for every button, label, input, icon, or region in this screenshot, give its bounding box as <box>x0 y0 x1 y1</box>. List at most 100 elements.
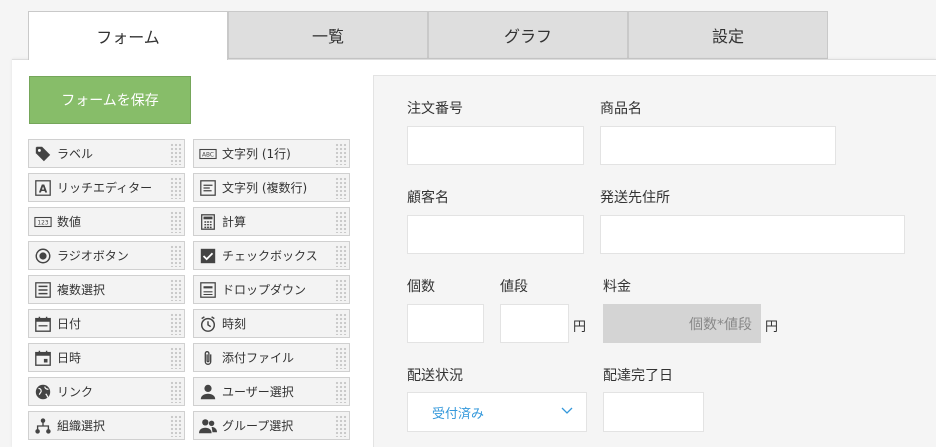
delivery-status-selected: 受付済み <box>432 406 485 422</box>
drag-handle[interactable] <box>335 210 347 233</box>
drag-handle[interactable] <box>335 346 347 369</box>
palette-item-group-select-text: グループ選択 <box>222 419 294 433</box>
palette-item-datetime[interactable]: 日時 <box>28 343 185 372</box>
palette-item-number-text: 数値 <box>57 215 82 229</box>
drag-handle[interactable] <box>170 346 182 369</box>
drag-handle[interactable] <box>170 142 182 165</box>
drag-handle[interactable] <box>335 414 347 437</box>
customer-name-field[interactable] <box>407 215 584 254</box>
palette-item-time[interactable]: 時刻 <box>193 309 350 338</box>
clock-icon <box>194 310 222 337</box>
multi-select-icon <box>29 276 57 303</box>
drag-handle[interactable] <box>335 380 347 403</box>
tag-icon <box>29 140 57 167</box>
drag-handle[interactable] <box>170 278 182 301</box>
order-number-field[interactable] <box>407 126 584 165</box>
palette-item-org-select[interactable]: 組織選択 <box>28 411 185 440</box>
product-name-field[interactable] <box>600 126 836 165</box>
palette-item-label-text: ラベル <box>57 147 94 161</box>
drag-handle[interactable] <box>335 176 347 199</box>
palette-item-dropdown[interactable]: ドロップダウン <box>193 275 350 304</box>
palette-item-multi-select[interactable]: 複数選択 <box>28 275 185 304</box>
dropdown-icon <box>194 276 222 303</box>
drag-handle[interactable] <box>335 312 347 335</box>
drag-handle[interactable] <box>170 380 182 403</box>
fee-calc-field: 個数*値段 <box>603 304 761 343</box>
datetime-icon <box>29 344 57 371</box>
ship-address-label: 発送先住所 <box>600 190 670 206</box>
drag-handle[interactable] <box>170 312 182 335</box>
palette-item-radio[interactable]: ラジオボタン <box>28 241 185 270</box>
user-icon <box>194 378 222 405</box>
palette-item-checkbox-text: チェックボックス <box>222 249 318 263</box>
abc-icon: ABC <box>194 140 222 167</box>
svg-text:A: A <box>39 182 48 195</box>
drag-handle[interactable] <box>170 414 182 437</box>
save-form-button[interactable]: フォームを保存 <box>29 76 191 124</box>
checkbox-icon <box>194 242 222 269</box>
customer-name-label: 顧客名 <box>407 190 449 206</box>
drag-handle[interactable] <box>170 210 182 233</box>
ship-address-field[interactable] <box>600 215 905 254</box>
palette-item-rich-editor[interactable]: A リッチエディター <box>28 173 185 202</box>
palette-item-link[interactable]: リンク <box>28 377 185 406</box>
quantity-field[interactable] <box>407 304 484 343</box>
paperclip-icon <box>194 344 222 371</box>
palette-item-attachment[interactable]: 添付ファイル <box>193 343 350 372</box>
palette-item-link-text: リンク <box>57 385 94 399</box>
globe-icon <box>29 378 57 405</box>
fee-label: 料金 <box>603 279 631 295</box>
drag-handle[interactable] <box>335 278 347 301</box>
palette-item-multi-select-text: 複数選択 <box>57 283 106 297</box>
delivery-status-dropdown[interactable]: 受付済み <box>407 392 587 432</box>
palette-item-datetime-text: 日時 <box>57 351 82 365</box>
svg-text:ABC: ABC <box>202 152 214 158</box>
tab-list[interactable]: 一覧 <box>228 11 428 59</box>
palette-item-calc[interactable]: 計算 <box>193 207 350 236</box>
palette-item-date[interactable]: 日付 <box>28 309 185 338</box>
tab-graph[interactable]: グラフ <box>428 11 628 59</box>
drag-handle[interactable] <box>335 244 347 267</box>
palette-item-multi-line-text[interactable]: 文字列 (複数行) <box>193 173 350 202</box>
product-name-label: 商品名 <box>600 101 642 117</box>
tab-bar: フォーム 一覧 グラフ 設定 <box>28 11 828 60</box>
form-editor-panel: フォームを保存 ラベル ABC 文字列 (1行) A リッチエディター 文字列 … <box>12 59 936 447</box>
drag-handle[interactable] <box>335 142 347 165</box>
palette-item-multi-line-text-text: 文字列 (複数行) <box>222 181 308 195</box>
form-layout-canvas: 注文番号 商品名 顧客名 発送先住所 個数 値段 円 料金 個数*値段 円 配送… <box>373 75 936 447</box>
palette-item-number[interactable]: 123 数値 <box>28 207 185 236</box>
drag-handle[interactable] <box>170 176 182 199</box>
delivery-status-label: 配送状況 <box>407 368 463 384</box>
palette-item-dropdown-text: ドロップダウン <box>222 283 307 297</box>
palette-item-time-text: 時刻 <box>222 317 247 331</box>
palette-item-attachment-text: 添付ファイル <box>222 351 295 365</box>
palette-item-org-select-text: 組織選択 <box>57 419 106 433</box>
palette-item-checkbox[interactable]: チェックボックス <box>193 241 350 270</box>
svg-text:123: 123 <box>37 220 48 226</box>
palette-item-date-text: 日付 <box>57 317 82 331</box>
fee-unit: 円 <box>765 320 779 335</box>
quantity-label: 個数 <box>407 279 435 295</box>
palette-item-single-line-text-text: 文字列 (1行) <box>222 147 291 161</box>
palette-item-group-select[interactable]: グループ選択 <box>193 411 350 440</box>
delivery-done-date-field[interactable] <box>603 392 704 432</box>
palette-item-radio-text: ラジオボタン <box>57 249 129 263</box>
drag-handle[interactable] <box>170 244 182 267</box>
tab-settings[interactable]: 設定 <box>628 11 828 59</box>
palette-item-label[interactable]: ラベル <box>28 139 185 168</box>
number-icon: 123 <box>29 208 57 235</box>
palette-item-user-select-text: ユーザー選択 <box>222 385 294 399</box>
multiline-text-icon <box>194 174 222 201</box>
radio-icon <box>29 242 57 269</box>
palette-item-calc-text: 計算 <box>222 215 247 229</box>
palette-item-single-line-text[interactable]: ABC 文字列 (1行) <box>193 139 350 168</box>
price-field[interactable] <box>500 304 569 343</box>
delivery-done-date-label: 配達完了日 <box>603 368 673 384</box>
palette-item-user-select[interactable]: ユーザー選択 <box>193 377 350 406</box>
date-icon <box>29 310 57 337</box>
tab-form[interactable]: フォーム <box>28 11 228 60</box>
calculator-icon <box>194 208 222 235</box>
chevron-down-icon <box>560 403 574 421</box>
palette-item-rich-editor-text: リッチエディター <box>57 181 153 195</box>
price-unit: 円 <box>573 320 587 335</box>
